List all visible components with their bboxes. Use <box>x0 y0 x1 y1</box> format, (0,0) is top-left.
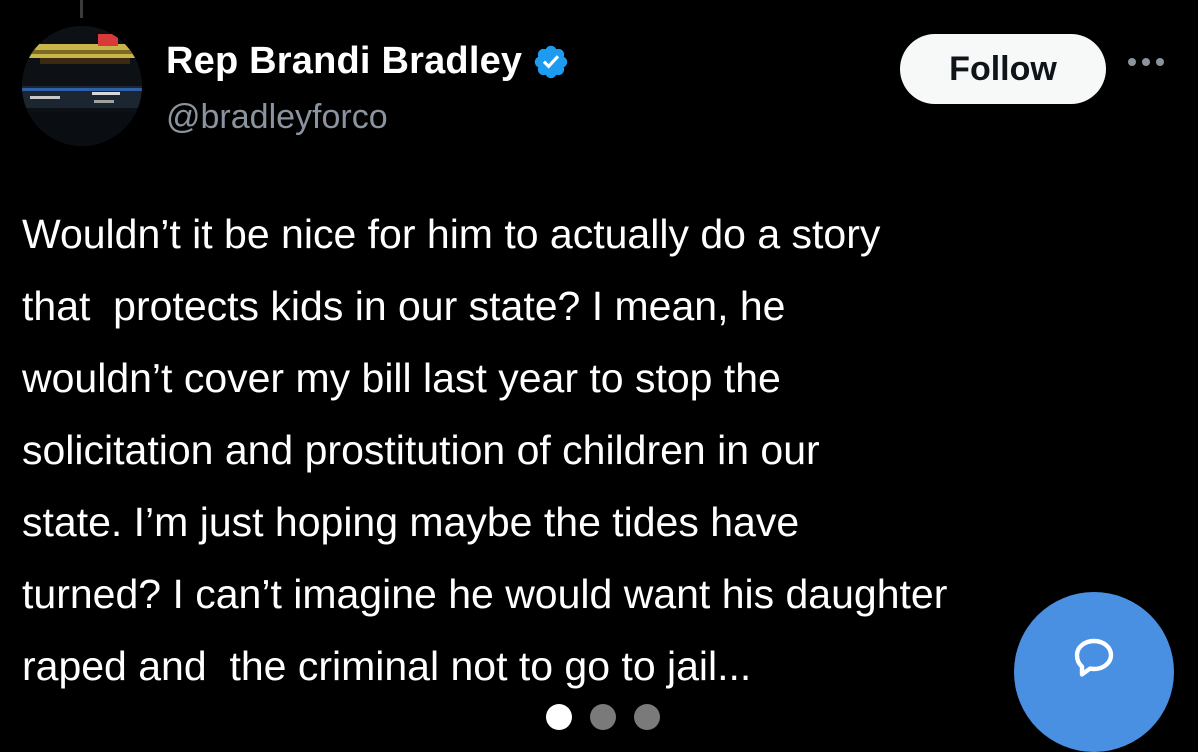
pager-dot-3[interactable] <box>634 704 660 730</box>
pager-dot-2[interactable] <box>590 704 616 730</box>
reply-button[interactable] <box>1014 592 1174 752</box>
chat-bubble-icon <box>1074 638 1114 677</box>
verified-badge-icon <box>532 43 570 81</box>
more-dot <box>1156 58 1164 66</box>
author-display-name[interactable]: Rep Brandi Bradley <box>166 40 522 83</box>
thread-connector-line <box>80 0 83 18</box>
tweet-text: Wouldn’t it be nice for him to actually … <box>22 211 948 689</box>
carousel-pager <box>546 704 660 730</box>
author-handle[interactable]: @bradleyforco <box>166 98 388 137</box>
avatar[interactable] <box>22 26 142 146</box>
follow-button[interactable]: Follow <box>900 34 1106 104</box>
more-horizontal-icon[interactable] <box>1128 58 1164 66</box>
author-name-row[interactable]: Rep Brandi Bradley <box>166 40 570 83</box>
more-dot <box>1142 58 1150 66</box>
tv-broadcast-avatar-icon <box>22 26 142 146</box>
pager-dot-1[interactable] <box>546 704 572 730</box>
more-dot <box>1128 58 1136 66</box>
